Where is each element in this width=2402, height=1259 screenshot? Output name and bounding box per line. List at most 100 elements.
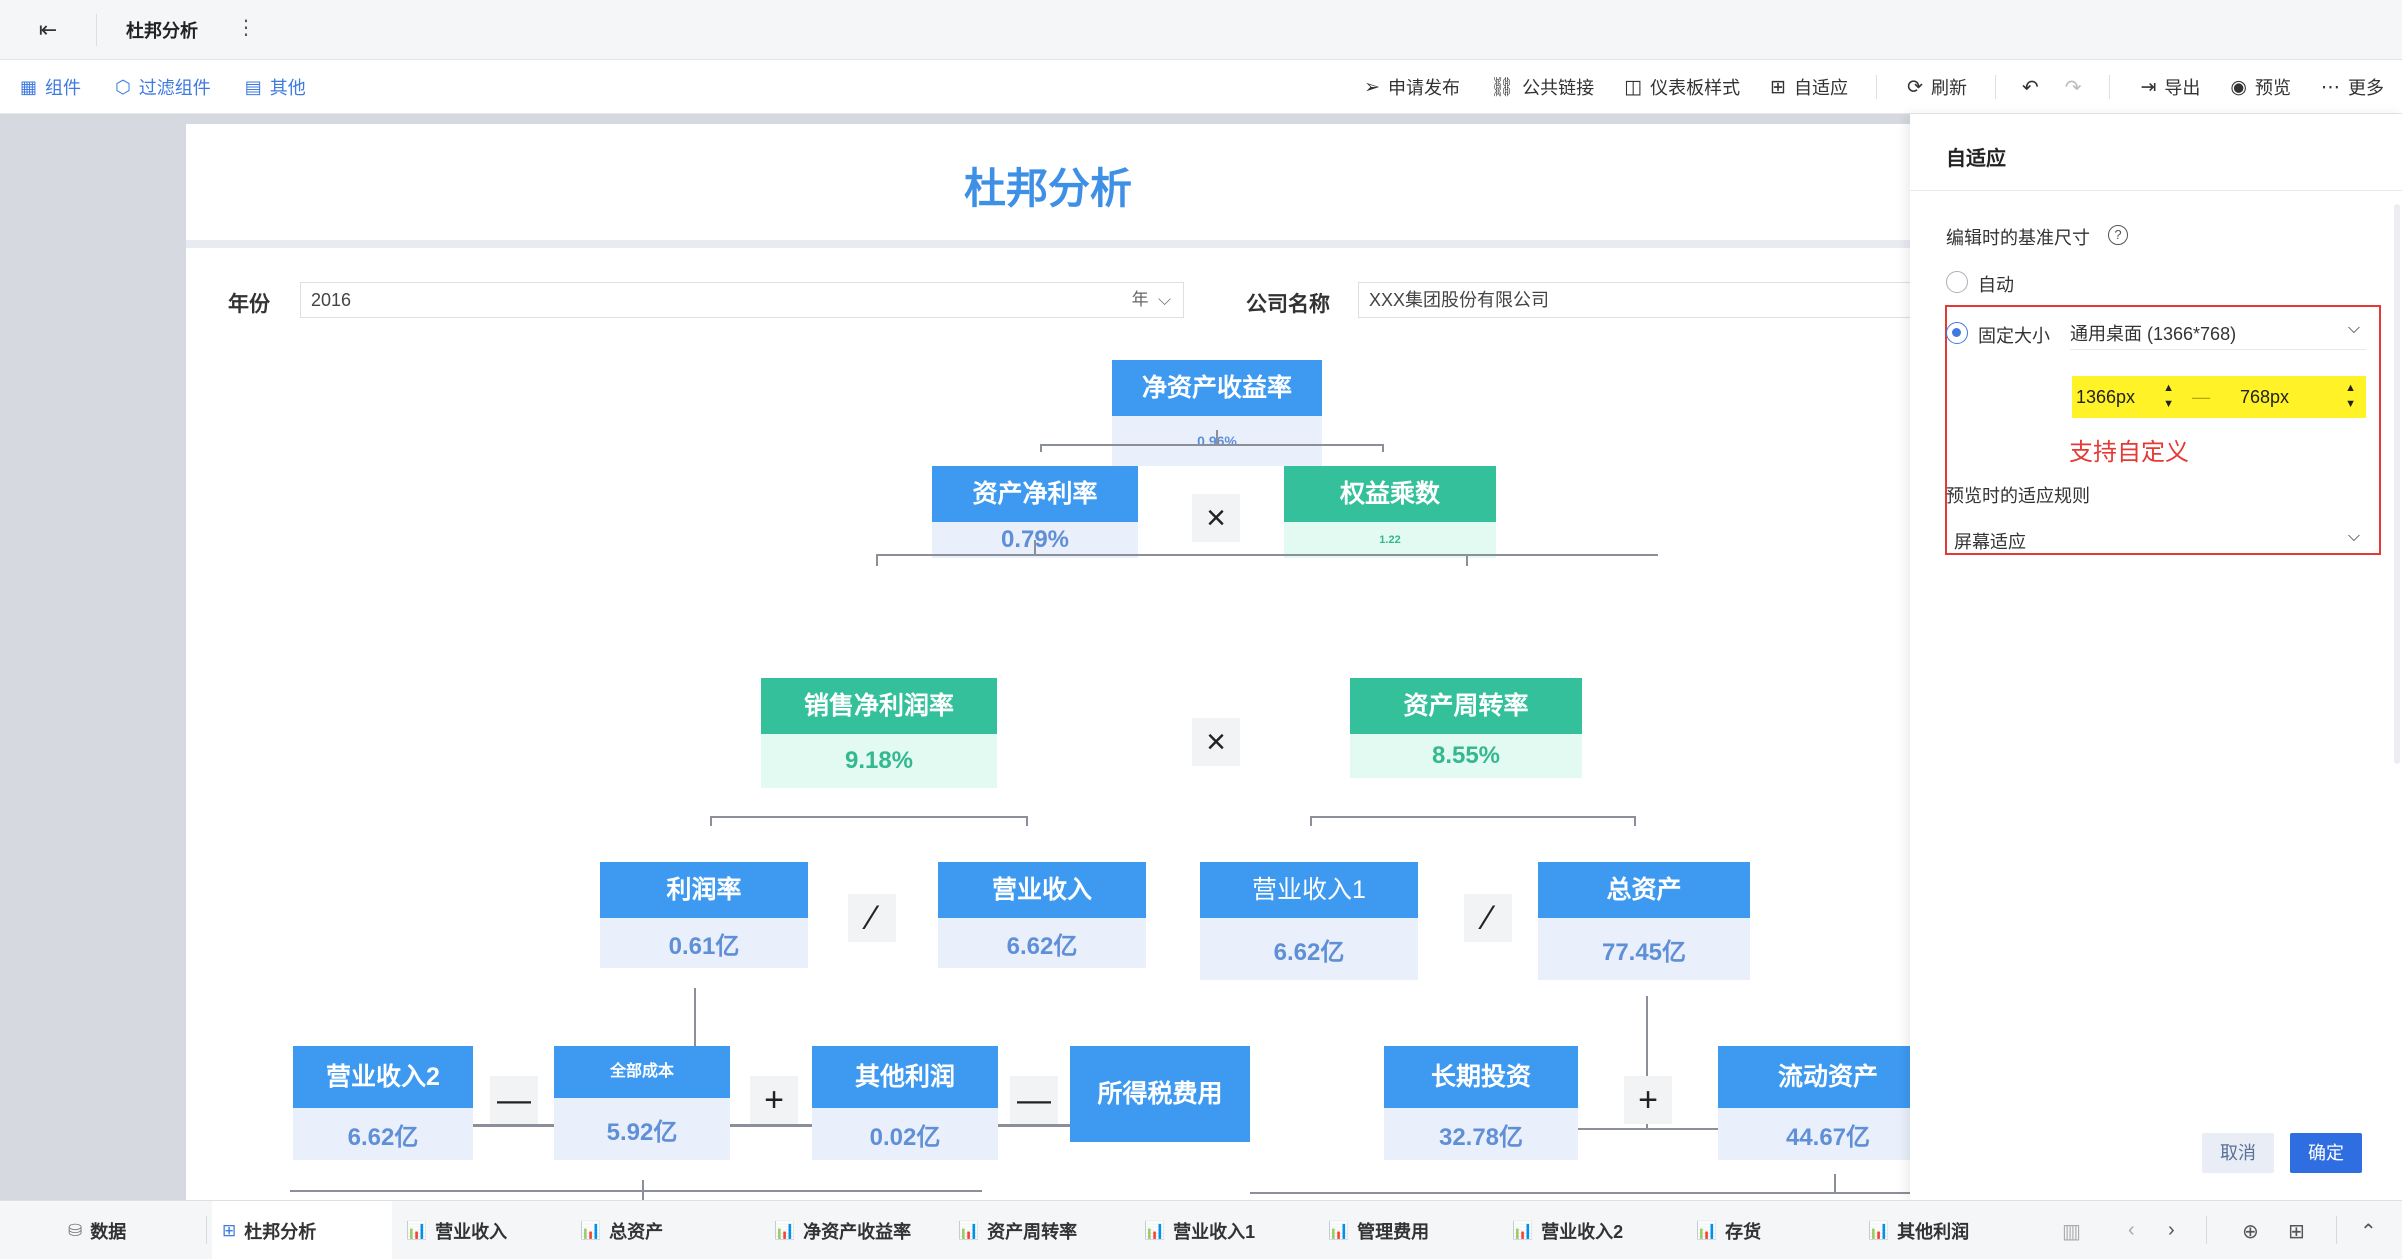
divide-operator: ⁄ bbox=[848, 894, 896, 942]
tree-connector bbox=[1216, 430, 1218, 444]
more-button[interactable]: ⋯ 更多 bbox=[2321, 74, 2384, 100]
preset-size-select[interactable]: 通用桌面 (1366*768) ⌵ bbox=[2070, 320, 2366, 350]
tab-revenue1[interactable]: 📊 营业收入1 bbox=[1144, 1201, 1255, 1259]
divider bbox=[1910, 190, 2402, 191]
vertical-dots-icon[interactable]: ⋮ bbox=[236, 15, 256, 40]
metric-revenue2[interactable]: 营业收入2 6.62亿 bbox=[293, 1046, 473, 1160]
radio-auto[interactable] bbox=[1946, 271, 1968, 293]
public-link-button[interactable]: ⛓ 公共链接 bbox=[1490, 74, 1594, 100]
undo-icon[interactable]: ↶ bbox=[2022, 75, 2039, 100]
more-tabs-icon[interactable]: ▥ bbox=[2062, 1219, 2081, 1244]
tree-connector bbox=[1034, 540, 1036, 554]
metric-label: 所得税费用 bbox=[1070, 1046, 1250, 1142]
preview-rule-select[interactable]: 屏幕适应 ⌵ bbox=[1954, 528, 2366, 556]
metric-income-tax[interactable]: 所得税费用 bbox=[1070, 1046, 1250, 1142]
panel-scrollbar[interactable] bbox=[2394, 204, 2400, 764]
other-label: 其他 bbox=[269, 78, 306, 98]
tree-connector bbox=[1634, 816, 1636, 826]
metric-label: 营业收入 bbox=[938, 862, 1146, 918]
fit-button[interactable]: ⊞ 自适应 bbox=[1770, 74, 1848, 100]
height-input[interactable]: 768px ▲ ▼ bbox=[2216, 376, 2366, 418]
tree-connector bbox=[1310, 816, 1636, 818]
tab-revenue[interactable]: 📊 营业收入 bbox=[406, 1201, 507, 1259]
preview-icon: ◉ bbox=[2230, 76, 2247, 98]
width-input[interactable]: 1366px ▲ ▼ bbox=[2072, 376, 2184, 418]
tab-data[interactable]: ⛁ 数据 bbox=[68, 1201, 126, 1259]
dashboard-style-button[interactable]: ◫ 仪表板样式 bbox=[1624, 74, 1740, 100]
metric-asset-turnover[interactable]: 资产周转率 8.55% bbox=[1350, 678, 1582, 778]
metric-revenue[interactable]: 营业收入 6.62亿 bbox=[938, 862, 1146, 968]
company-filter-select[interactable]: XXX集团股份有限公司 bbox=[1358, 282, 1910, 318]
redo-icon[interactable]: ↷ bbox=[2065, 75, 2082, 100]
add-dashboard-icon[interactable]: ⊞ bbox=[2288, 1219, 2305, 1244]
tab-label: 营业收入 bbox=[435, 1221, 508, 1242]
metric-total-assets[interactable]: 总资产 77.45亿 bbox=[1538, 862, 1750, 980]
tab-inventory[interactable]: 📊 存货 bbox=[1696, 1201, 1761, 1259]
other-button[interactable]: ▤ 其他 bbox=[245, 74, 306, 100]
metric-label: 总资产 bbox=[1538, 862, 1750, 918]
scroll-left-icon[interactable]: ‹ bbox=[2128, 1219, 2135, 1242]
filter-component-button[interactable]: ⬡ 过滤组件 bbox=[115, 74, 211, 100]
divider bbox=[1876, 75, 1878, 99]
tab-roe[interactable]: 📊 净资产收益率 bbox=[774, 1201, 911, 1259]
divider bbox=[206, 1216, 207, 1244]
publish-button[interactable]: ➢ 申请发布 bbox=[1364, 74, 1460, 100]
minus-operator: — bbox=[1010, 1076, 1058, 1124]
dashboard-canvas: 杜邦分析 年份 2016 年 ⌵ 公司名称 XXX集团股份有限公司 净资产收益率… bbox=[186, 124, 1910, 1200]
panel-title: 自适应 bbox=[1946, 148, 2006, 170]
tab-revenue2[interactable]: 📊 营业收入2 bbox=[1512, 1201, 1623, 1259]
year-filter-select[interactable]: 2016 年 ⌵ bbox=[300, 282, 1184, 318]
metric-value: 9.18% bbox=[761, 734, 997, 788]
export-button[interactable]: ⇥ 导出 bbox=[2140, 74, 2200, 100]
metric-value: 0.02亿 bbox=[812, 1108, 998, 1160]
refresh-button[interactable]: ⟳ 刷新 bbox=[1907, 74, 1967, 100]
chart-icon: 📊 bbox=[958, 1220, 980, 1240]
scroll-right-icon[interactable]: › bbox=[2168, 1219, 2175, 1242]
cancel-button[interactable]: 取消 bbox=[2202, 1133, 2274, 1173]
filter-component-label: 过滤组件 bbox=[138, 78, 211, 98]
metric-net-margin[interactable]: 销售净利润率 9.18% bbox=[761, 678, 997, 788]
confirm-button[interactable]: 确定 bbox=[2290, 1133, 2362, 1173]
export-icon: ⇥ bbox=[2140, 76, 2157, 98]
tab-total-assets[interactable]: 📊 总资产 bbox=[580, 1201, 663, 1259]
tab-label: 资产周转率 bbox=[987, 1221, 1078, 1242]
size-separator: — bbox=[2184, 376, 2216, 418]
tree-connector bbox=[876, 554, 878, 566]
metric-revenue1[interactable]: 营业收入1 6.62亿 bbox=[1200, 862, 1418, 980]
plus-operator: + bbox=[1624, 1076, 1672, 1124]
year-suffix-text: 年 bbox=[1131, 290, 1149, 309]
metric-current-assets[interactable]: 流动资产 44.67亿 bbox=[1718, 1046, 1910, 1160]
component-label: 组件 bbox=[45, 78, 82, 98]
metric-value: 8.55% bbox=[1350, 734, 1582, 778]
preview-rule-value: 屏幕适应 bbox=[1954, 532, 2026, 552]
component-button[interactable]: ▦ 组件 bbox=[20, 74, 81, 100]
tab-admin-expense[interactable]: 📊 管理费用 bbox=[1328, 1201, 1429, 1259]
metric-other-profit[interactable]: 其他利润 0.02亿 bbox=[812, 1046, 998, 1160]
tab-asset-turnover[interactable]: 📊 资产周转率 bbox=[958, 1201, 1077, 1259]
tab-dupont[interactable]: ⊞ 杜邦分析 bbox=[212, 1201, 392, 1259]
metric-total-cost[interactable]: 全部成本 5.92亿 bbox=[554, 1046, 730, 1160]
exit-icon[interactable]: ⇤ bbox=[30, 15, 66, 45]
preview-button[interactable]: ◉ 预览 bbox=[2230, 74, 2291, 100]
fit-label: 自适应 bbox=[1794, 78, 1849, 98]
collapse-up-icon[interactable]: ⌃ bbox=[2360, 1219, 2377, 1244]
tab-other-profit[interactable]: 📊 其他利润 bbox=[1868, 1201, 1969, 1259]
component-icon: ▦ bbox=[20, 76, 38, 97]
metric-profit[interactable]: 利润率 0.61亿 bbox=[600, 862, 808, 968]
company-value: XXX集团股份有限公司 bbox=[1369, 290, 1550, 310]
stepper-arrows-icon[interactable]: ▲ ▼ bbox=[2163, 380, 2174, 412]
question-circle-icon[interactable]: ? bbox=[2108, 225, 2128, 245]
stepper-arrows-icon[interactable]: ▲ ▼ bbox=[2345, 380, 2356, 412]
metric-roe[interactable]: 净资产收益率 0.96% bbox=[1112, 360, 1322, 466]
add-chart-icon[interactable]: ⊕ bbox=[2242, 1219, 2259, 1244]
top-bar: ⇤ 杜邦分析 ⋮ bbox=[0, 0, 2402, 60]
toolbar: ▦ 组件 ⬡ 过滤组件 ▤ 其他 ➢ 申请发布 ⛓ 公共链接 ◫ 仪表板样式 ⊞ 自适应 ⟳ 刷… bbox=[0, 60, 2402, 114]
chart-icon: 📊 bbox=[1512, 1220, 1534, 1240]
chart-icon: 📊 bbox=[1868, 1220, 1890, 1240]
metric-long-term-invest[interactable]: 长期投资 32.78亿 bbox=[1384, 1046, 1578, 1160]
metric-equity-multiplier[interactable]: 权益乘数 1.22 bbox=[1284, 466, 1496, 558]
link-icon: ⛓ bbox=[1490, 77, 1515, 98]
radio-fixed[interactable] bbox=[1946, 322, 1968, 344]
metric-label: 全部成本 bbox=[554, 1046, 730, 1098]
divider bbox=[2206, 1216, 2207, 1244]
